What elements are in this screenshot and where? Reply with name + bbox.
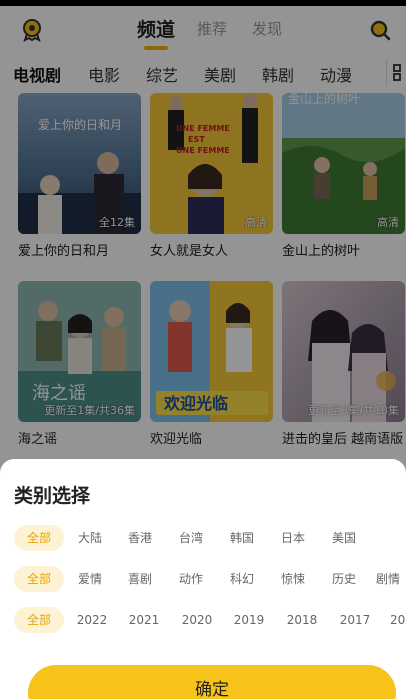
filter-chip[interactable]: 2021 bbox=[122, 607, 166, 633]
region-filter-row: 全部 大陆 香港 台湾 韩国 日本 美国 bbox=[0, 525, 406, 553]
filter-chip[interactable]: 2018 bbox=[280, 607, 324, 633]
genre-filter-row: 全部 爱情 喜剧 动作 科幻 惊悚 历史 剧情 bbox=[0, 566, 406, 594]
filter-chip[interactable]: 韩国 bbox=[222, 525, 262, 551]
filter-chip[interactable]: 台湾 bbox=[171, 525, 211, 551]
filter-chip[interactable]: 2017 bbox=[333, 607, 377, 633]
filter-chip-all[interactable]: 全部 bbox=[14, 607, 64, 633]
filter-chip[interactable]: 剧情 bbox=[376, 566, 406, 592]
filter-chip[interactable]: 科幻 bbox=[222, 566, 262, 592]
filter-chip[interactable]: 大陆 bbox=[70, 525, 110, 551]
confirm-button[interactable]: 确定 bbox=[28, 665, 396, 699]
filter-chip[interactable]: 惊悚 bbox=[273, 566, 313, 592]
sheet-title: 类别选择 bbox=[14, 485, 91, 507]
filter-chip[interactable]: 喜剧 bbox=[120, 566, 160, 592]
filter-chip-all[interactable]: 全部 bbox=[14, 525, 64, 551]
filter-chip[interactable]: 2020 bbox=[175, 607, 219, 633]
filter-chip[interactable]: 美国 bbox=[324, 525, 364, 551]
filter-chip[interactable]: 动作 bbox=[171, 566, 211, 592]
year-filter-row: 全部 2022 2021 2020 2019 2018 2017 20 bbox=[0, 607, 406, 635]
filter-chip[interactable]: 爱情 bbox=[70, 566, 110, 592]
filter-chip[interactable]: 2019 bbox=[227, 607, 271, 633]
filter-chip-all[interactable]: 全部 bbox=[14, 566, 64, 592]
category-sheet: 类别选择 全部 大陆 香港 台湾 韩国 日本 美国 全部 爱情 喜剧 动作 科幻… bbox=[0, 459, 406, 699]
filter-chip[interactable]: 20 bbox=[390, 607, 406, 633]
filter-chip[interactable]: 日本 bbox=[273, 525, 313, 551]
filter-chip[interactable]: 2022 bbox=[70, 607, 114, 633]
filter-chip[interactable]: 香港 bbox=[120, 525, 160, 551]
filter-chip[interactable]: 历史 bbox=[324, 566, 364, 592]
